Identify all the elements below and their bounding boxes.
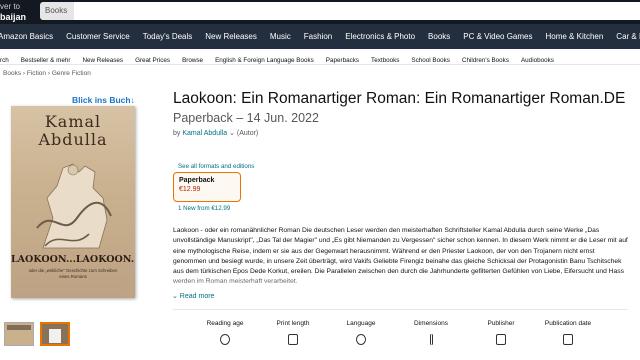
format-and-date: Paperback – 14 Jun. 2022 <box>173 111 319 125</box>
author-role: ⌄ (Autor) <box>227 130 259 137</box>
look-inside-label-a: Blick <box>72 95 95 105</box>
subnav-item-audiobooks[interactable]: Audiobooks <box>521 53 554 64</box>
building-icon <box>496 334 506 345</box>
breadcrumb-fiction[interactable]: Fiction <box>27 70 46 77</box>
book-pages-icon <box>288 334 298 345</box>
breadcrumb-genre-fiction[interactable]: Genre Fiction <box>52 70 91 77</box>
deliver-label: ver to <box>0 2 21 11</box>
attr-publication-date: Publication date <box>533 320 603 345</box>
breadcrumb-separator: › <box>47 70 51 77</box>
down-arrow-icon: ↓ <box>130 95 135 105</box>
new-from-link[interactable]: 1 New from €12.99 <box>178 205 230 212</box>
reading-age-icon <box>220 334 230 345</box>
attr-language: Language <box>326 320 396 345</box>
subnav-item-textbooks[interactable]: Textbooks <box>371 53 399 64</box>
cover-author-first: Kamal <box>44 112 102 131</box>
subnav-item-school-books[interactable]: School Books <box>411 53 450 64</box>
book-cover-image[interactable]: Kamal Abdulla LAOKOON...LAOKOON... oder … <box>11 106 135 298</box>
nav-item-home-kitchen[interactable]: Home & Kitchen <box>545 24 603 49</box>
cover-book-title: LAOKOON...LAOKOON... <box>11 254 135 265</box>
subnav-item-search[interactable]: rch <box>0 53 9 64</box>
nav-item-pc-video-games[interactable]: PC & Video Games <box>463 24 532 49</box>
globe-icon <box>356 334 366 345</box>
thumbnail-front-cover[interactable] <box>4 322 34 346</box>
subnav-item-browse[interactable]: Browse <box>182 53 203 64</box>
laocoon-statue-illustration <box>36 163 112 249</box>
calendar-icon <box>563 334 573 345</box>
search-input[interactable] <box>74 2 640 20</box>
nav-item-todays-deals[interactable]: Today's Deals <box>143 24 193 49</box>
attr-dimensions: Dimensions <box>396 320 466 345</box>
description-fade <box>173 276 628 290</box>
deliver-country: baijan <box>0 12 27 22</box>
subnav-item-great-prices[interactable]: Great Prices <box>135 53 170 64</box>
byline: by Kamal Abdulla ⌄ (Autor) <box>173 129 258 137</box>
subnav-item-childrens-books[interactable]: Children's Books <box>462 53 509 64</box>
read-more-link[interactable]: ⌄ Read more <box>172 292 214 300</box>
divider <box>173 309 628 310</box>
main-nav-bar: Amazon Basics Customer Service Today's Dea… <box>0 24 640 49</box>
attr-label: Print length <box>276 320 310 327</box>
attr-label: Reading age <box>206 320 244 327</box>
ruler-icon <box>429 334 433 345</box>
author-link[interactable]: Kamal Abdulla <box>182 130 227 137</box>
breadcrumb-books[interactable]: Books <box>3 70 21 77</box>
product-attributes: Reading age Print length Language Dimens… <box>190 320 630 360</box>
thumbnail-mark <box>49 329 61 343</box>
deliver-to-location[interactable]: ver to baijan <box>0 2 26 22</box>
attr-publisher: Publisher <box>466 320 536 345</box>
top-header-bar: ver to baijan Books <box>0 0 640 24</box>
see-all-formats-link[interactable]: See all formats and editions <box>178 163 254 170</box>
look-inside-label-b: ins Buch <box>94 95 131 105</box>
format-option-price: €12.99 <box>179 186 201 193</box>
attr-print-length: Print length <box>258 320 328 345</box>
attr-label: Publication date <box>544 320 592 327</box>
by-label: by <box>173 130 183 137</box>
cover-book-subtitle: oder die „wirkliche" Geschichte zum Schr… <box>28 268 118 279</box>
books-sub-nav: rch Bestseller & mehr New Releases Great Pr… <box>0 49 640 65</box>
attr-reading-age: Reading age <box>190 320 260 345</box>
thumbnail-back-cover[interactable] <box>40 322 70 346</box>
breadcrumb: Books › Fiction › Genre Fiction <box>3 70 91 77</box>
nav-item-customer-service[interactable]: Customer Service <box>66 24 130 49</box>
format-option-name: Paperback <box>179 177 215 184</box>
nav-item-car-motorbike[interactable]: Car & Motorbike <box>616 24 640 49</box>
nav-item-electronics[interactable]: Electronics & Photo <box>345 24 415 49</box>
attr-label: Language <box>346 320 376 327</box>
nav-item-amazon-basics[interactable]: Amazon Basics <box>0 24 53 49</box>
search-category-dropdown[interactable]: Books <box>40 2 74 20</box>
nav-item-new-releases[interactable]: New Releases <box>205 24 257 49</box>
format-option-paperback[interactable]: Paperback €12.99 <box>173 172 241 202</box>
subnav-item-paperbacks[interactable]: Paperbacks <box>326 53 359 64</box>
nav-item-fashion[interactable]: Fashion <box>304 24 332 49</box>
attr-label: Dimensions <box>414 320 448 327</box>
nav-item-books[interactable]: Books <box>428 24 450 49</box>
nav-item-music[interactable]: Music <box>270 24 291 49</box>
subnav-item-new-releases[interactable]: New Releases <box>82 53 123 64</box>
subnav-item-bestseller[interactable]: Bestseller & mehr <box>21 53 71 64</box>
look-inside-badge[interactable]: Blick ins Buch↓ <box>72 95 135 105</box>
breadcrumb-separator: › <box>22 70 26 77</box>
thumbnail-mark <box>7 325 31 330</box>
attr-label: Publisher <box>487 320 515 327</box>
cover-author-last: Abdulla <box>38 130 108 149</box>
product-title: Laokoon: Ein Romanartiger Roman: Ein Rom… <box>173 90 626 107</box>
subnav-item-english-foreign[interactable]: English & Foreign Language Books <box>215 53 314 64</box>
